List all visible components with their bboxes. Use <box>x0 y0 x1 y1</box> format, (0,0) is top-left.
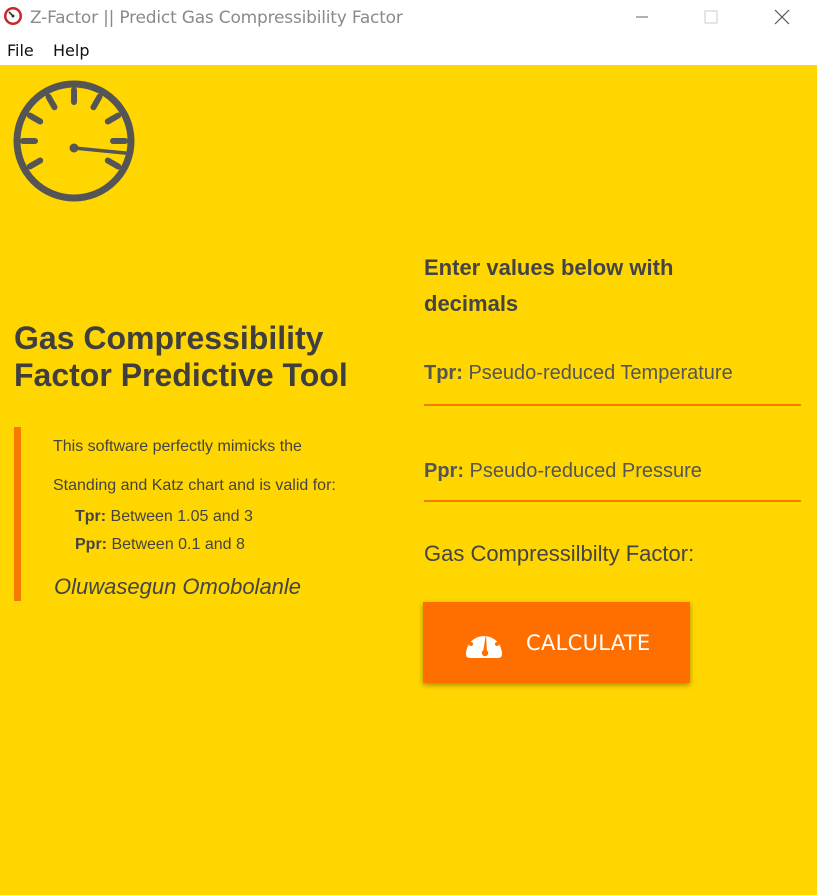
instruction-line-2: decimals <box>424 291 519 316</box>
tpr-range-label: Tpr: <box>75 508 107 525</box>
tpr-input-prefix: Tpr: <box>424 362 463 384</box>
maximize-button[interactable] <box>688 0 734 34</box>
window-title: Z-Factor || Predict Gas Compressibility … <box>30 8 403 28</box>
ppr-input[interactable]: Ppr: Pseudo-reduced Pressure <box>424 460 800 498</box>
maximize-icon <box>704 10 718 24</box>
tpr-range-value: Between 1.05 and 3 <box>106 508 253 525</box>
menu-help[interactable]: Help <box>53 41 89 60</box>
minimize-icon <box>636 16 648 18</box>
author-name: Oluwasegun Omobolanle <box>54 574 302 599</box>
title-bar: Z-Factor || Predict Gas Compressibility … <box>0 0 817 34</box>
tpr-input-placeholder: Tpr: Pseudo-reduced Temperature <box>424 362 733 384</box>
tpr-input[interactable]: Tpr: Pseudo-reduced Temperature <box>424 362 800 400</box>
calculate-button-label: CALCULATE <box>526 631 651 655</box>
accent-bar <box>14 427 21 601</box>
menu-file[interactable]: File <box>7 41 34 60</box>
minimize-button[interactable] <box>619 0 665 34</box>
menu-bar <box>0 34 817 65</box>
close-button[interactable] <box>759 0 805 34</box>
close-icon <box>774 9 790 25</box>
description-line-2: Standing and Katz chart and is valid for… <box>53 477 336 494</box>
ppr-input-underline <box>424 500 801 502</box>
app-icon <box>4 7 22 25</box>
ppr-range-label: Ppr: <box>75 536 107 553</box>
page-title: Gas Compressibility Factor Predictive To… <box>14 320 404 394</box>
tpr-input-hint: Pseudo-reduced Temperature <box>462 362 733 384</box>
instruction-line-1: Enter values below with <box>424 255 674 280</box>
speedometer-icon <box>13 80 135 202</box>
tpr-range: Tpr: Between 1.05 and 3 <box>75 508 253 526</box>
title-line-2: Factor Predictive Tool <box>14 357 348 393</box>
ppr-input-hint: Pseudo-reduced Pressure <box>464 460 702 482</box>
ppr-range-value: Between 0.1 and 8 <box>107 536 245 553</box>
ppr-input-prefix: Ppr: <box>424 460 464 482</box>
result-label: Gas Compressilbilty Factor: <box>424 541 695 566</box>
tpr-input-underline <box>424 404 801 406</box>
title-line-1: Gas Compressibility <box>14 320 324 356</box>
ppr-input-placeholder: Ppr: Pseudo-reduced Pressure <box>424 460 702 482</box>
instruction-text: Enter values below with decimals <box>424 250 784 322</box>
calculate-button[interactable]: CALCULATE <box>423 602 690 683</box>
ppr-range: Ppr: Between 0.1 and 8 <box>75 536 245 554</box>
description-line-1: This software perfectly mimicks the <box>53 438 302 455</box>
gauge-icon <box>466 631 502 658</box>
